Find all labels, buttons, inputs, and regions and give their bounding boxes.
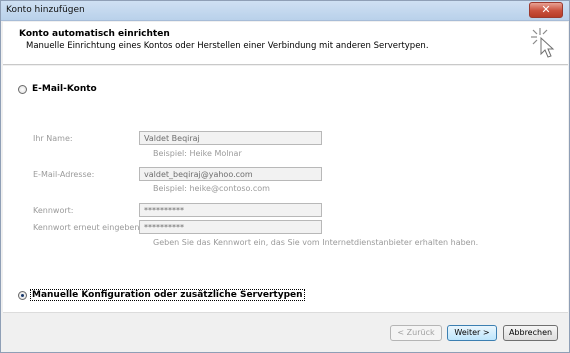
password-repeat-label: Kennwort erneut eingeben:	[33, 223, 143, 232]
name-field[interactable]: Valdet Beqiraj	[139, 131, 322, 145]
password-label: Kennwort:	[33, 206, 74, 215]
header-title: Konto automatisch einrichten	[19, 29, 170, 39]
cursor-sparkle-icon	[531, 28, 555, 58]
back-button[interactable]: < Zurück	[390, 325, 442, 341]
next-button[interactable]: Weiter >	[447, 325, 497, 341]
close-button[interactable]: ✕	[529, 2, 563, 18]
email-account-label[interactable]: E-Mail-Konto	[32, 84, 97, 94]
password-hint: Geben Sie das Kennwort ein, das Sie vom …	[153, 238, 479, 247]
dialog-content: E-Mail-Konto Ihr Name: Valdet Beqiraj Be…	[3, 66, 568, 312]
email-account-radio[interactable]	[18, 85, 27, 94]
add-account-dialog: Konto hinzufügen ✕ Konto automatisch ein…	[0, 0, 570, 353]
window-title: Konto hinzufügen	[6, 5, 85, 15]
title-bar: Konto hinzufügen ✕	[1, 1, 569, 21]
password-repeat-field[interactable]: **********	[139, 220, 322, 234]
name-hint: Beispiel: Heike Molnar	[153, 149, 242, 158]
manual-config-radio[interactable]	[18, 291, 27, 300]
dialog-footer: < Zurück Weiter > Abbrechen	[3, 312, 568, 352]
name-label: Ihr Name:	[33, 134, 73, 143]
email-hint: Beispiel: heike@contoso.com	[153, 184, 270, 193]
header-subtitle: Manuelle Einrichtung eines Kontos oder H…	[26, 41, 429, 51]
dialog-header: Konto automatisch einrichten Manuelle Ei…	[3, 22, 568, 65]
manual-config-label[interactable]: Manuelle Konfiguration oder zusätzliche …	[30, 289, 305, 301]
cancel-button[interactable]: Abbrechen	[503, 325, 558, 341]
email-label: E-Mail-Adresse:	[33, 170, 95, 179]
email-field[interactable]: valdet_beqiraj@yahoo.com	[139, 167, 322, 181]
password-field[interactable]: **********	[139, 203, 322, 217]
